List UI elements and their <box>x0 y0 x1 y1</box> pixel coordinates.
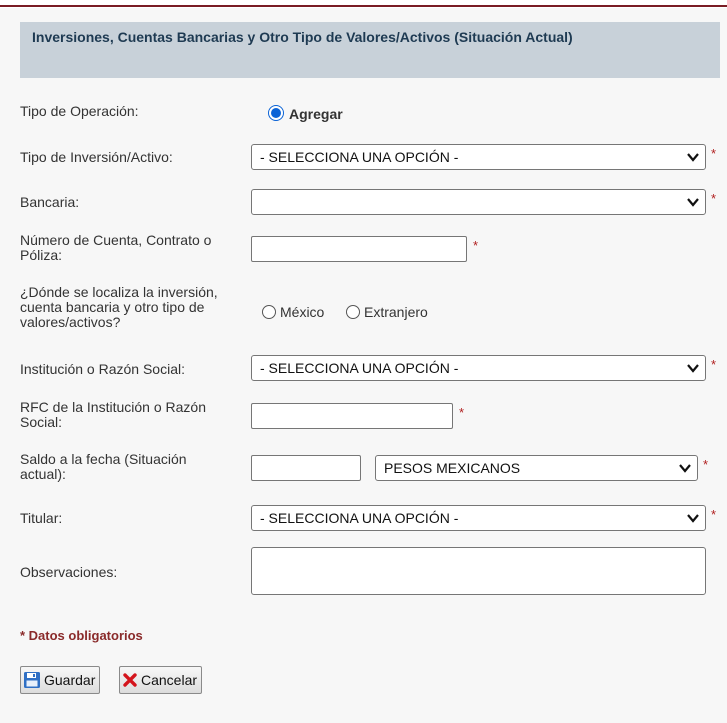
bancaria-label: Bancaria: <box>20 194 80 210</box>
required-marker: * <box>711 357 717 372</box>
currency-select[interactable]: PESOS MEXICANOS <box>375 455 698 481</box>
close-icon <box>123 673 137 687</box>
required-marker: * <box>711 146 717 161</box>
bancaria-select[interactable] <box>251 189 706 215</box>
radio-agregar[interactable] <box>268 105 284 121</box>
section-header: Inversiones, Cuentas Bancarias y Otro Ti… <box>20 22 720 78</box>
tipo-inversion-value: - SELECCIONA UNA OPCIÓN - <box>260 149 459 165</box>
ubicacion-label-line1: ¿Dónde se localiza la inversión, <box>20 284 218 300</box>
chevron-down-icon <box>687 153 699 162</box>
ubicacion-label-line3: valores/activos? <box>20 314 121 330</box>
saldo-label: Saldo a la fecha (Situación actual): <box>20 452 187 482</box>
radio-agregar-label: Agregar <box>289 106 343 122</box>
ubicacion-label: ¿Dónde se localiza la inversión, cuenta … <box>20 285 218 330</box>
currency-value: PESOS MEXICANOS <box>384 460 521 476</box>
floppy-disk-icon <box>24 672 40 688</box>
required-marker: * <box>473 238 479 253</box>
observaciones-label: Observaciones: <box>20 564 118 580</box>
chevron-down-icon <box>679 464 691 473</box>
numero-cuenta-label-line2: Póliza: <box>20 247 63 263</box>
cancel-button-label: Cancelar <box>141 672 198 688</box>
rfc-input[interactable] <box>251 403 453 429</box>
radio-mexico[interactable] <box>262 305 276 319</box>
chevron-down-icon <box>687 364 699 373</box>
required-marker: * <box>711 191 717 206</box>
required-marker: * <box>711 507 717 522</box>
save-button[interactable]: Guardar <box>20 666 101 694</box>
ubicacion-label-line2: cuenta bancaria y otro tipo de <box>20 299 205 315</box>
radio-extranjero-label: Extranjero <box>364 304 428 320</box>
cancel-button[interactable]: Cancelar <box>119 666 203 694</box>
radio-mexico-label: México <box>280 304 325 320</box>
saldo-label-line1: Saldo a la fecha (Situación <box>20 451 187 467</box>
saldo-input[interactable] <box>251 455 361 481</box>
rfc-label: RFC de la Institución o Razón Social: <box>20 400 206 430</box>
numero-cuenta-label-line1: Número de Cuenta, Contrato o <box>20 232 212 248</box>
radio-extranjero[interactable] <box>346 305 360 319</box>
section-title: Inversiones, Cuentas Bancarias y Otro Ti… <box>32 29 573 45</box>
required-marker: * <box>703 457 709 472</box>
tipo-operacion-label: Tipo de Operación: <box>20 103 139 119</box>
required-note: * Datos obligatorios <box>20 628 143 643</box>
tipo-inversion-select[interactable]: - SELECCIONA UNA OPCIÓN - <box>251 144 706 170</box>
chevron-down-icon <box>687 514 699 523</box>
saldo-label-line2: actual): <box>20 466 66 482</box>
top-border <box>0 0 727 8</box>
tipo-inversion-label: Tipo de Inversión/Activo: <box>20 149 173 165</box>
rfc-label-line2: Social: <box>20 414 63 430</box>
institucion-select[interactable]: - SELECCIONA UNA OPCIÓN - <box>251 355 706 381</box>
titular-select[interactable]: - SELECCIONA UNA OPCIÓN - <box>251 505 706 531</box>
observaciones-textarea[interactable] <box>251 547 706 595</box>
institucion-label: Institución o Razón Social: <box>20 361 185 377</box>
required-marker: * <box>459 405 465 420</box>
rfc-label-line1: RFC de la Institución o Razón <box>20 399 206 415</box>
institucion-value: - SELECCIONA UNA OPCIÓN - <box>260 360 459 376</box>
titular-value: - SELECCIONA UNA OPCIÓN - <box>260 510 459 526</box>
chevron-down-icon <box>687 198 699 207</box>
titular-label: Titular: <box>20 510 63 526</box>
numero-cuenta-label: Número de Cuenta, Contrato o Póliza: <box>20 233 211 263</box>
save-button-label: Guardar <box>44 672 96 688</box>
numero-cuenta-input[interactable] <box>251 236 467 262</box>
